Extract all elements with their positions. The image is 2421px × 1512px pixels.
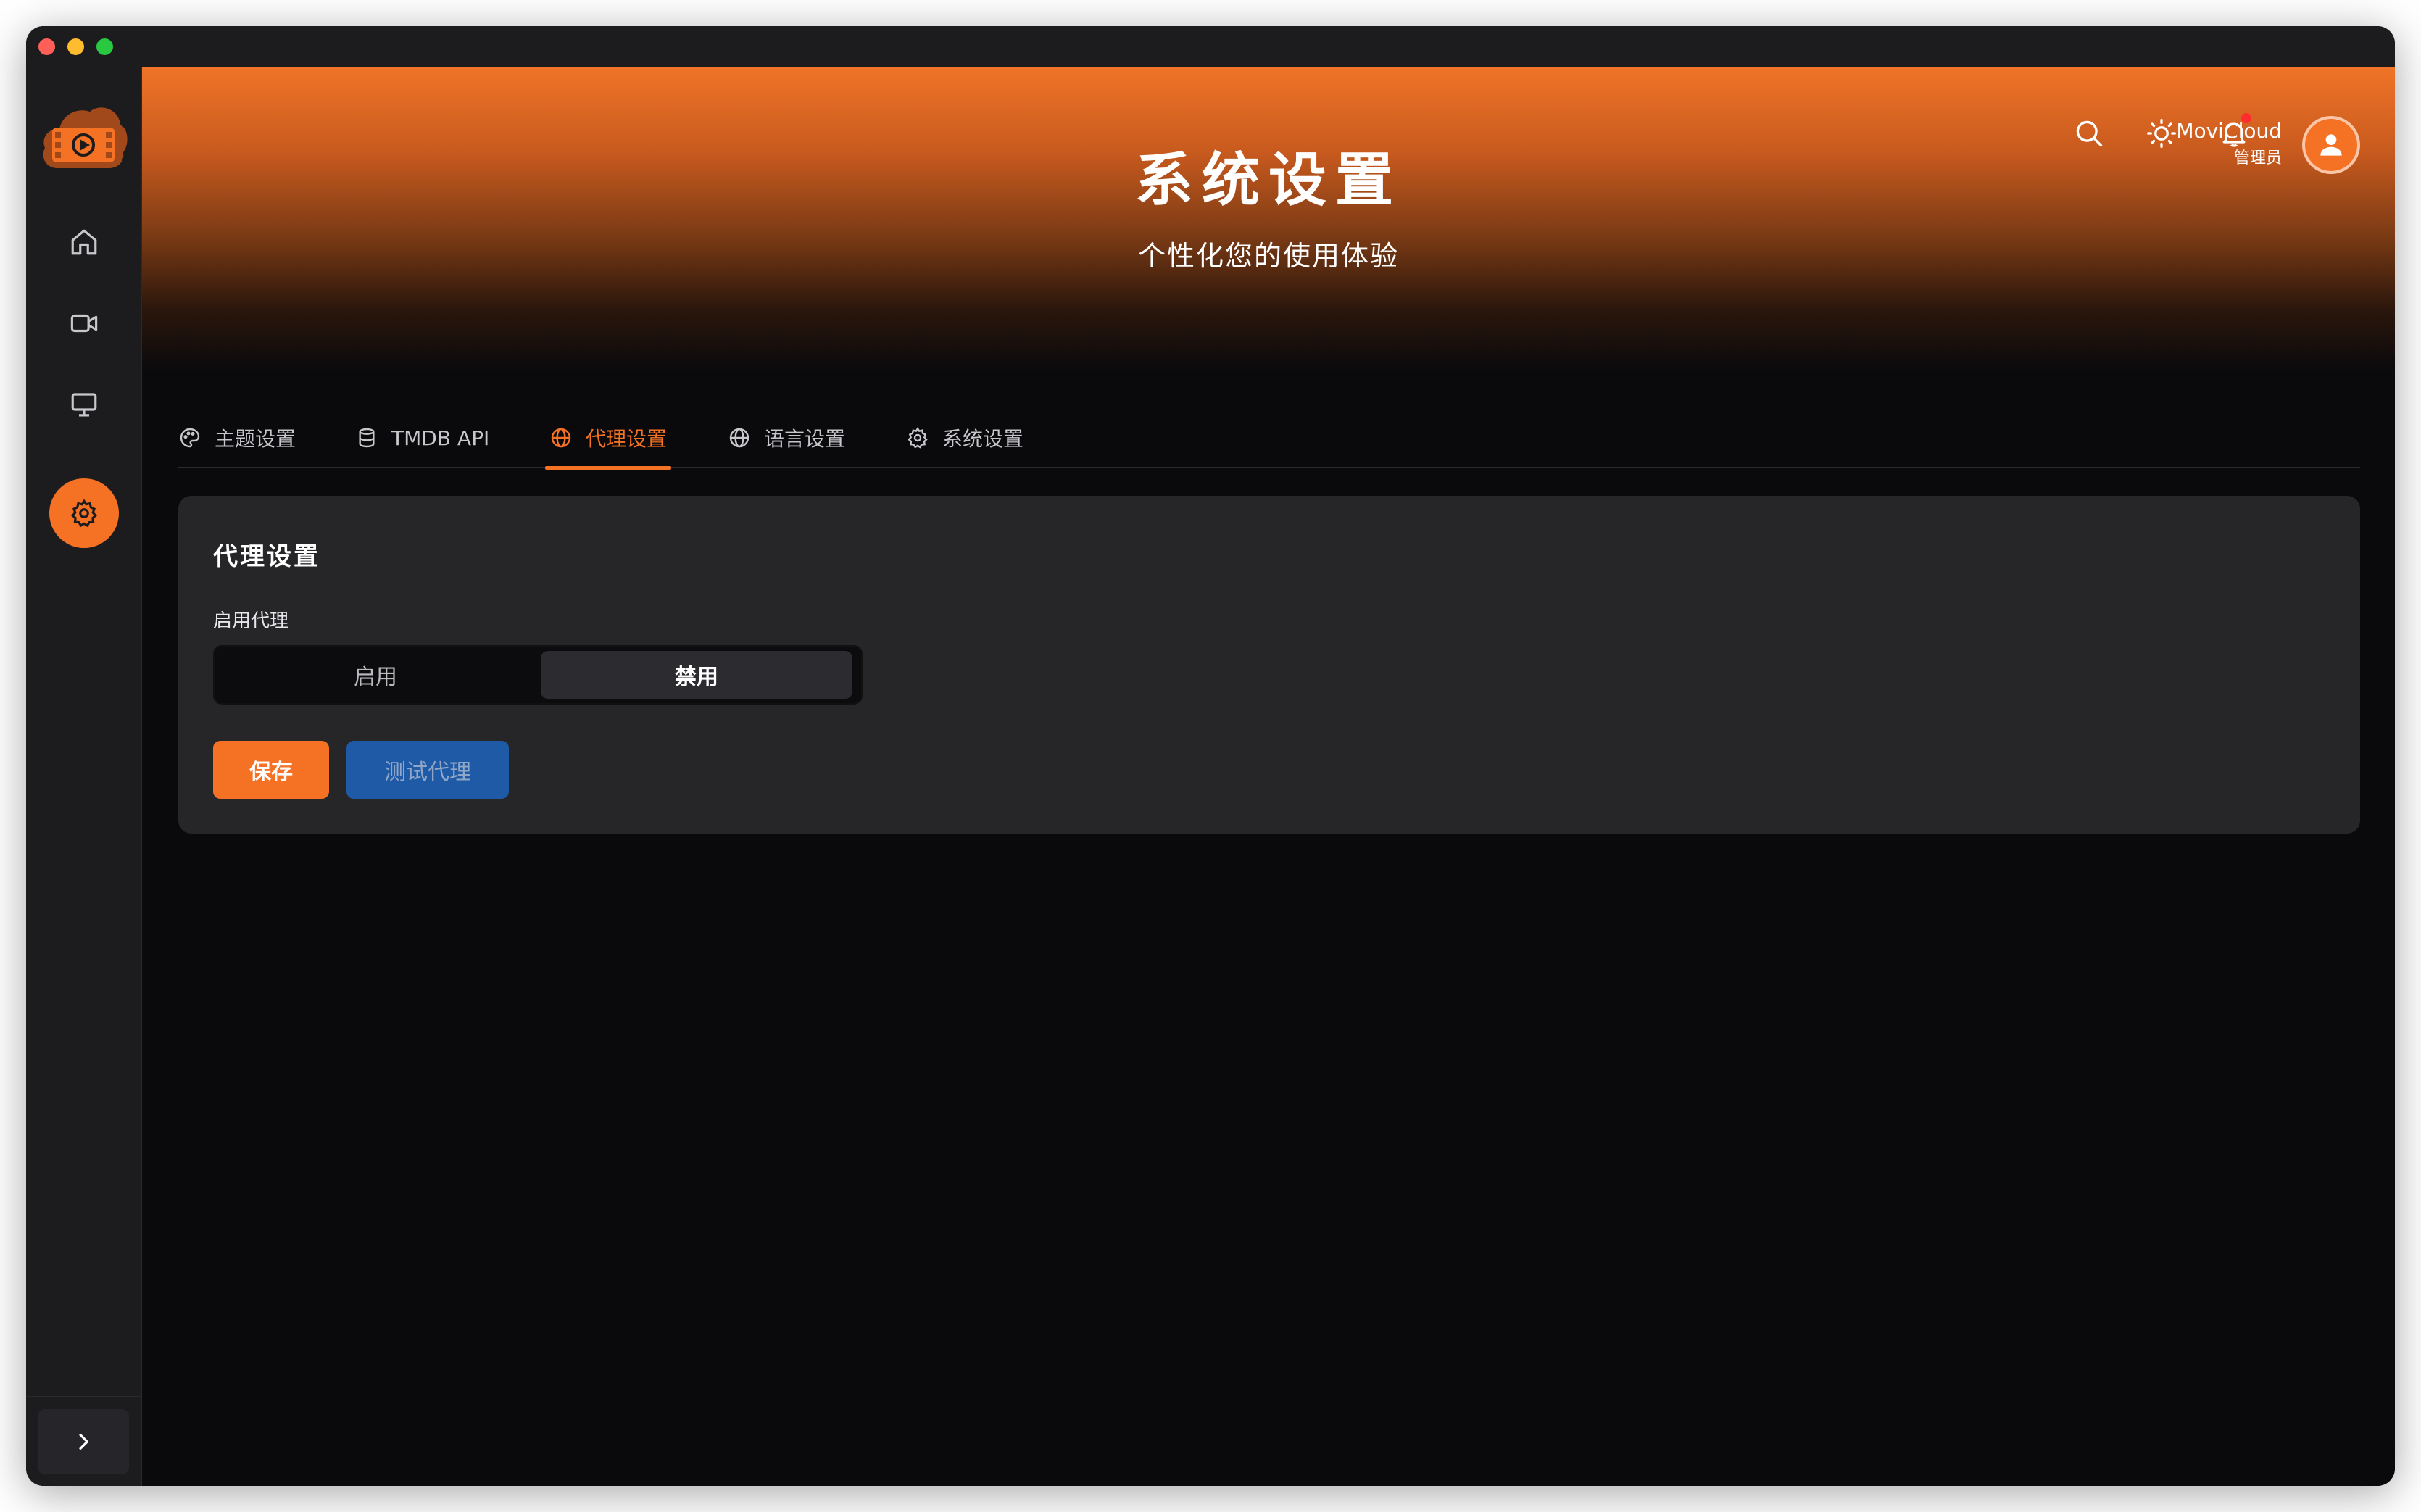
user-name: MoviCloud	[2176, 119, 2282, 143]
sidebar-item-videos[interactable]	[49, 288, 119, 358]
sidebar	[26, 67, 142, 1486]
settings-tabs: 主题设置 TMDB API 代理设置 语言设置 系统设置	[178, 407, 2360, 470]
proxy-settings-card: 代理设置 启用代理 启用 禁用 保存 测试代理	[178, 496, 2360, 834]
card-title: 代理设置	[213, 542, 320, 571]
app-window: 系统设置 个性化您的使用体验 MoviCloud 管理员 主题设置 TMDB A…	[26, 26, 2395, 1486]
proxy-disable-option[interactable]: 禁用	[541, 651, 852, 699]
logo-icon	[43, 107, 128, 168]
tab-label: TMDB API	[391, 425, 490, 450]
gear-icon	[71, 499, 97, 528]
maximize-window-button[interactable]	[96, 38, 113, 55]
tab-theme[interactable]: 主题设置	[178, 407, 296, 468]
tab-label: 语言设置	[764, 427, 846, 451]
proxy-toggle: 启用 禁用	[213, 645, 863, 705]
close-window-button[interactable]	[38, 38, 55, 55]
globe-icon	[551, 428, 571, 448]
monitor-icon	[71, 393, 97, 417]
tab-label: 主题设置	[215, 427, 296, 451]
sidebar-footer	[26, 1396, 141, 1486]
enable-proxy-label: 启用代理	[213, 610, 289, 632]
user-avatar[interactable]	[2302, 116, 2360, 174]
minimize-window-button[interactable]	[67, 38, 84, 55]
tab-tmdb-api[interactable]: TMDB API	[355, 407, 489, 468]
sun-icon	[2147, 119, 2176, 148]
gear-icon	[908, 427, 928, 449]
expand-sidebar-button[interactable]	[38, 1409, 129, 1474]
sidebar-item-home[interactable]	[49, 207, 119, 277]
test-proxy-button[interactable]: 测试代理	[346, 741, 509, 799]
proxy-enable-option[interactable]: 启用	[219, 651, 532, 699]
home-icon	[71, 229, 97, 255]
app-logo[interactable]	[39, 97, 129, 175]
page-title: 系统设置	[1135, 146, 1402, 214]
search-icon	[2076, 120, 2103, 147]
tab-label: 代理设置	[586, 427, 668, 451]
user-icon	[2320, 134, 2342, 156]
search-button[interactable]	[2067, 112, 2111, 155]
sidebar-item-display[interactable]	[49, 370, 119, 439]
video-icon	[70, 314, 98, 333]
user-role: 管理员	[2233, 149, 2282, 167]
main-content: 系统设置 个性化您的使用体验 MoviCloud 管理员 主题设置 TMDB A…	[142, 67, 2395, 1486]
tab-language[interactable]: 语言设置	[728, 407, 845, 468]
chevron-right-icon	[79, 1434, 88, 1450]
sidebar-item-settings[interactable]	[49, 478, 119, 548]
title-bar	[26, 26, 2395, 67]
database-icon	[359, 428, 375, 448]
palette-icon	[180, 428, 200, 448]
tab-proxy[interactable]: 代理设置	[544, 407, 672, 470]
page-subtitle: 个性化您的使用体验	[1137, 240, 1399, 272]
tab-system[interactable]: 系统设置	[906, 407, 1023, 468]
globe-icon	[729, 428, 749, 448]
save-button[interactable]: 保存	[213, 741, 329, 799]
page-header: 系统设置 个性化您的使用体验 MoviCloud 管理员	[142, 67, 2395, 371]
tab-label: 系统设置	[942, 427, 1024, 451]
